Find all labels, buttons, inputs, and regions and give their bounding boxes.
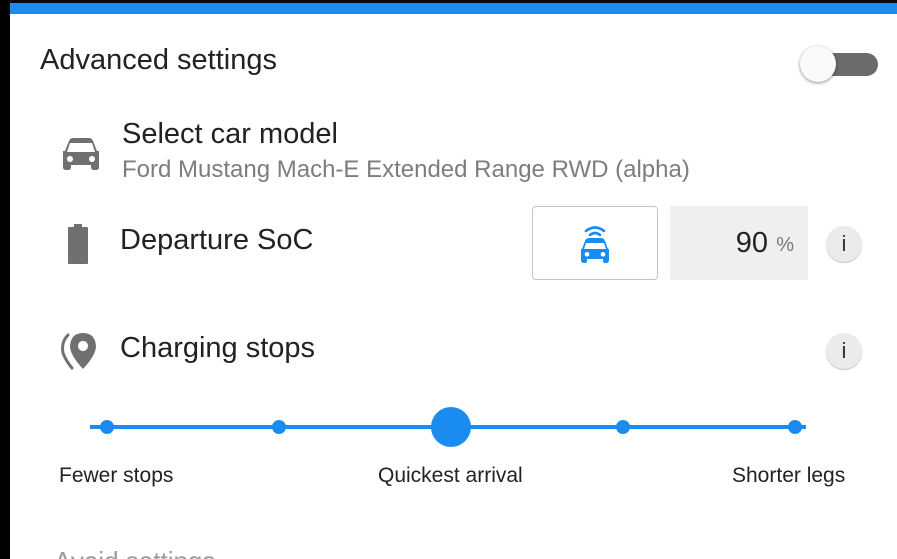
slider-label-fewer-stops: Fewer stops [59,464,174,487]
location-pin-icon [61,333,96,370]
charging-stops-slider[interactable] [80,400,840,450]
slider-label-shorter-legs: Shorter legs [732,464,846,487]
connected-car-icon [581,226,609,263]
car-icon [63,138,99,170]
soc-info-button[interactable]: i [826,226,862,262]
soc-value: 90 [735,227,768,259]
car-model-label: Select car model [122,118,338,150]
slider-stop-1[interactable] [100,420,114,434]
departure-soc-input[interactable]: 90 % [670,206,808,280]
slider-thumb[interactable] [431,407,471,447]
charging-stops-info-button[interactable]: i [826,333,862,369]
slider-stop-5[interactable] [788,420,802,434]
advanced-settings-toggle[interactable] [800,46,880,82]
accent-bar [10,0,897,14]
slider-stop-4[interactable] [616,420,630,434]
slider-label-quickest-arrival: Quickest arrival [378,464,523,487]
battery-icon [68,224,88,264]
section-title: Advanced settings [40,44,277,76]
toggle-knob [800,46,836,82]
departure-soc-label: Departure SoC [120,224,314,256]
car-model-value: Ford Mustang Mach-E Extended Range RWD (… [122,156,690,183]
slider-stop-2[interactable] [272,420,286,434]
connected-car-mode-button[interactable] [532,206,658,280]
advanced-settings-panel: Advanced settings Select car model Ford … [10,0,897,559]
charging-stops-label: Charging stops [120,332,316,364]
next-section-title: Avoid settings [54,546,215,559]
soc-unit: % [776,234,794,256]
